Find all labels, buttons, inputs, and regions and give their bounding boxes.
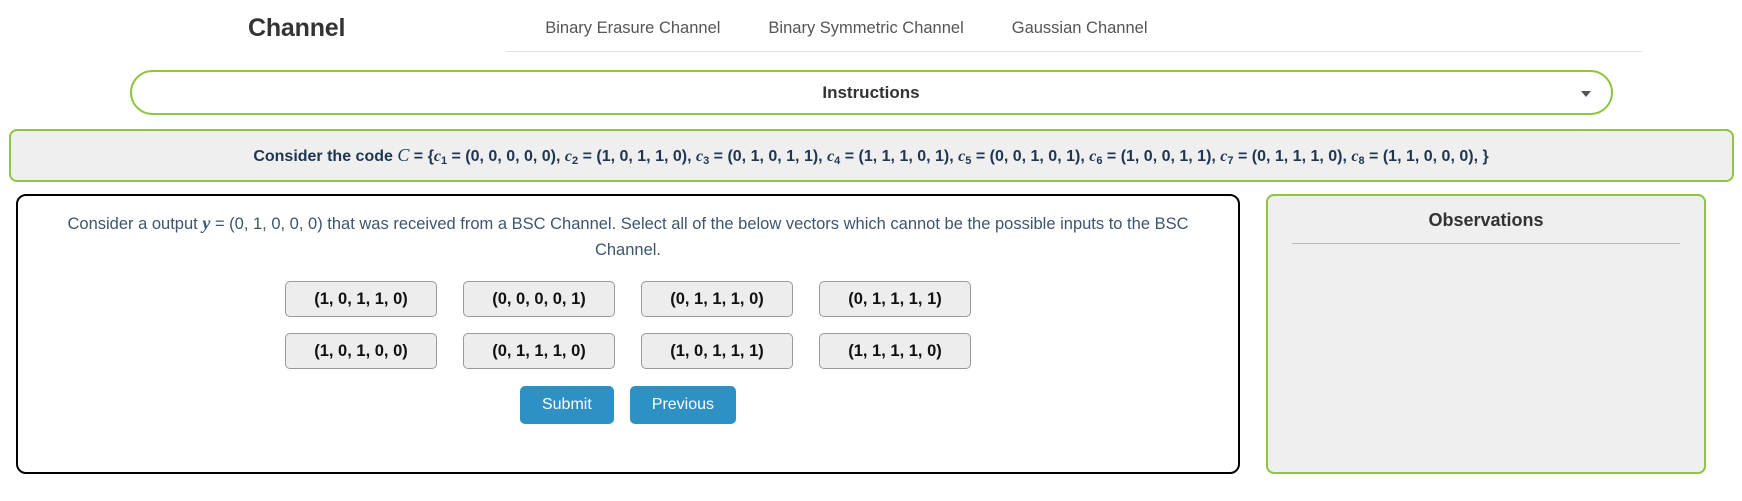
navbar-divider: [506, 51, 1642, 52]
nav-links: Binary Erasure Channel Binary Symmetric …: [545, 19, 1147, 38]
codeword-6: c6 = (1, 0, 0, 1, 1): [1089, 147, 1212, 167]
codeword-3-index: 3: [703, 154, 710, 167]
codeword-7-index: 7: [1227, 154, 1234, 167]
codeword-1-index: 1: [440, 154, 448, 167]
question-prompt: Consider a output y = (0, 1, 0, 0, 0) th…: [36, 210, 1220, 263]
codeword-6-index: 6: [1096, 154, 1103, 167]
vector-options-row-2: (1, 0, 1, 0, 0) (0, 1, 1, 1, 0) (1, 0, 1…: [285, 333, 971, 370]
option-1-1-1-1-0[interactable]: (1, 1, 1, 1, 0): [819, 333, 971, 370]
codeword-7: c7 = (0, 1, 1, 1, 0): [1220, 147, 1343, 167]
instructions-section: Instructions: [0, 56, 1742, 115]
codeword-5-index: 5: [965, 154, 972, 167]
nav-gaussian-channel[interactable]: Gaussian Channel: [1012, 19, 1148, 38]
previous-button[interactable]: Previous: [629, 386, 737, 425]
codeword-1-value: (0, 0, 0, 0, 0): [465, 147, 557, 165]
codeword-5-value: (0, 0, 1, 0, 1): [989, 147, 1081, 165]
option-0-1-1-1-0[interactable]: (0, 1, 1, 1, 0): [641, 281, 793, 318]
action-buttons: Submit Previous: [36, 386, 1220, 425]
codeword-2-name: c: [564, 147, 573, 165]
codeword-7-value: (0, 1, 1, 1, 0): [1251, 147, 1343, 165]
vector-options-row-1: (1, 0, 1, 1, 0) (0, 0, 0, 0, 1) (0, 1, 1…: [285, 281, 971, 318]
codeword-8-index: 8: [1358, 154, 1365, 167]
question-part-1: Consider a output: [67, 215, 198, 233]
codeword-4-value: (1, 1, 1, 0, 1): [858, 147, 950, 165]
option-0-1-1-1-0-b[interactable]: (0, 1, 1, 1, 0): [463, 333, 615, 370]
codeword-6-value: (1, 0, 0, 1, 1): [1120, 147, 1212, 165]
code-prefix: Consider the code: [253, 147, 393, 165]
codeword-8-value: (1, 1, 0, 0, 0): [1382, 147, 1474, 165]
top-navbar: Channel Binary Erasure Channel Binary Sy…: [0, 0, 1742, 56]
option-1-0-1-1-0[interactable]: (1, 0, 1, 1, 0): [285, 281, 437, 318]
codeword-1: c1 = (0, 0, 0, 0, 0): [433, 147, 557, 167]
code-definition-text: Consider the code C = {c1 = (0, 0, 0, 0,…: [253, 144, 1489, 167]
code-banner: Consider the code C = {c1 = (0, 0, 0, 0,…: [8, 129, 1734, 182]
option-1-0-1-1-1[interactable]: (1, 0, 1, 1, 1): [641, 333, 793, 370]
codeword-2: c2 = (1, 0, 1, 1, 0): [564, 147, 688, 167]
codeword-4-index: 4: [834, 154, 841, 167]
codeword-3: c3 = (0, 1, 0, 1, 1): [695, 147, 819, 167]
question-part-2: = (0, 1, 0, 0, 0) that was received from…: [214, 215, 1189, 259]
observations-content: [1292, 244, 1680, 434]
codeword-2-index: 2: [572, 154, 579, 167]
option-0-0-0-0-1[interactable]: (0, 0, 0, 0, 1): [463, 281, 615, 318]
observations-panel: Observations: [1266, 194, 1706, 474]
output-symbol: y: [202, 213, 211, 233]
codeword-8: c8 = (1, 1, 0, 0, 0): [1351, 147, 1474, 167]
submit-button[interactable]: Submit: [519, 386, 614, 425]
nav-binary-erasure-channel[interactable]: Binary Erasure Channel: [545, 19, 720, 38]
question-panel: Consider a output y = (0, 1, 0, 0, 0) th…: [16, 194, 1240, 474]
codeword-1-name: c: [433, 147, 441, 165]
codeword-5: c5 = (0, 0, 1, 0, 1): [958, 147, 1081, 167]
chevron-down-icon[interactable]: [1580, 90, 1591, 97]
option-0-1-1-1-1[interactable]: (0, 1, 1, 1, 1): [819, 281, 971, 318]
codeword-2-value: (1, 0, 1, 1, 0): [596, 147, 688, 165]
codeword-4: c4 = (1, 1, 1, 0, 1): [827, 147, 950, 167]
codeword-3-value: (0, 1, 0, 1, 1): [727, 147, 819, 165]
vector-options: (1, 0, 1, 1, 0) (0, 0, 0, 0, 1) (0, 1, 1…: [36, 281, 1220, 370]
observations-title: Observations: [1292, 210, 1680, 244]
nav-binary-symmetric-channel[interactable]: Binary Symmetric Channel: [768, 19, 963, 38]
app-brand-title: Channel: [248, 13, 346, 42]
code-symbol: C: [397, 144, 410, 165]
instructions-label: Instructions: [822, 82, 920, 102]
code-banner-section: Consider the code C = {c1 = (0, 0, 0, 0,…: [0, 115, 1742, 182]
instructions-accordion-header[interactable]: Instructions: [129, 70, 1613, 115]
main-content-row: Consider a output y = (0, 1, 0, 0, 0) th…: [0, 182, 1742, 474]
option-1-0-1-0-0[interactable]: (1, 0, 1, 0, 0): [285, 333, 437, 370]
